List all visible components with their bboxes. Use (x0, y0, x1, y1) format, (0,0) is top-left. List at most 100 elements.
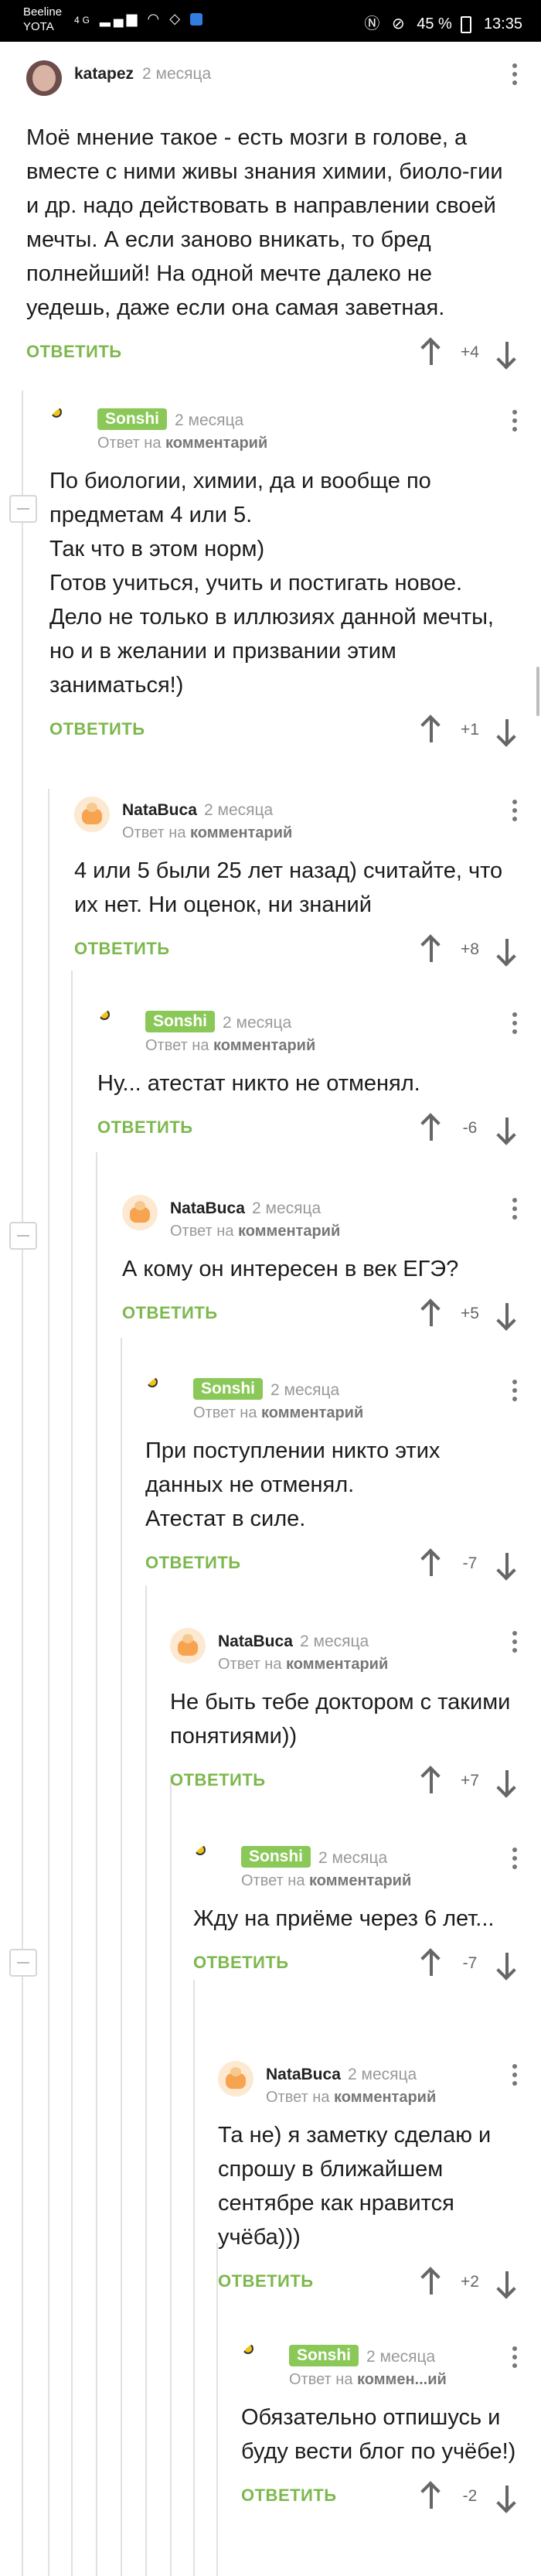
reply-to-link[interactable]: комментарий (261, 1404, 363, 1421)
collapse-thread-button[interactable] (9, 1949, 37, 1977)
downvote-arrow-icon[interactable] (498, 716, 516, 744)
comment-time: 2 месяца (366, 2348, 436, 2366)
downvote-arrow-icon[interactable] (498, 1950, 516, 1977)
reply-to-prefix: Ответ на (241, 1872, 305, 1889)
comment-score: -7 (462, 1554, 478, 1572)
reply-button[interactable]: ОТВЕТИТЬ (122, 1303, 218, 1323)
reply-to-link[interactable]: комментарий (165, 435, 267, 452)
reply-to-link[interactable]: комментарий (213, 1037, 315, 1054)
reply-button[interactable]: ОТВЕТИТЬ (74, 939, 170, 959)
upvote-arrow-icon[interactable] (422, 1114, 441, 1142)
more-options-icon[interactable] (512, 63, 518, 89)
more-options-icon[interactable] (512, 2064, 518, 2090)
reply-to-prefix: Ответ на (145, 1037, 209, 1054)
reply-button[interactable]: ОТВЕТИТЬ (193, 1953, 289, 1973)
upvote-arrow-icon[interactable] (422, 1300, 441, 1328)
comment-score: +8 (461, 940, 479, 958)
avatar[interactable] (26, 60, 62, 96)
comment-header: Sonshi 2 месяца Ответ на коммен...ий (241, 2343, 518, 2388)
reply-button[interactable]: ОТВЕТИТЬ (241, 2486, 337, 2506)
reply-button[interactable]: ОТВЕТИТЬ (145, 1553, 241, 1573)
reply-to: Ответ на коммен...ий (289, 2371, 447, 2389)
reply-to-link[interactable]: комментарий (238, 1223, 340, 1240)
collapse-thread-button[interactable] (9, 1222, 37, 1250)
comment-score: +2 (461, 2273, 479, 2291)
downvote-arrow-icon[interactable] (498, 1767, 516, 1795)
upvote-arrow-icon[interactable] (422, 1950, 441, 1977)
comment-footer: ОТВЕТИТЬ -7 (145, 1548, 518, 1582)
downvote-arrow-icon[interactable] (498, 1300, 516, 1328)
thread-line (121, 1338, 122, 2576)
downvote-arrow-icon[interactable] (498, 1114, 516, 1142)
avatar[interactable] (241, 2343, 277, 2379)
comment-text: Жду на приёме через 6 лет... (193, 1906, 495, 1931)
comment-author[interactable]: NataBuca (218, 1633, 293, 1651)
comment: NataBuca 2 месяца Ответ на комментарий Н… (170, 1628, 518, 1800)
comment: katapez 2 месяца Моё мнение такое - есть… (26, 60, 518, 371)
reply-to-link[interactable]: комментарий (309, 1872, 411, 1889)
more-options-icon[interactable] (512, 1380, 518, 1405)
battery-icon (461, 15, 472, 33)
comment-score: -2 (462, 2487, 478, 2505)
reply-to-link[interactable]: комментарий (190, 824, 292, 841)
comment-author[interactable]: katapez (74, 65, 134, 84)
comment-author[interactable]: Sonshi (193, 1378, 264, 1400)
reply-button[interactable]: ОТВЕТИТЬ (49, 719, 145, 739)
avatar[interactable] (170, 1628, 206, 1663)
upvote-arrow-icon[interactable] (422, 1767, 441, 1795)
votes: +7 (422, 1766, 518, 1796)
scrollbar[interactable] (536, 667, 539, 716)
comment-author[interactable]: NataBuca (266, 2066, 341, 2084)
comment: NataBuca 2 месяца Ответ на комментарий 4… (74, 797, 518, 968)
reply-to-prefix: Ответ на (218, 1656, 282, 1673)
more-options-icon[interactable] (512, 800, 518, 825)
comment-author[interactable]: NataBuca (170, 1199, 245, 1218)
avatar[interactable] (122, 1195, 158, 1230)
avatar[interactable] (49, 407, 85, 442)
more-options-icon[interactable] (512, 410, 518, 435)
downvote-arrow-icon[interactable] (498, 936, 516, 964)
comment-header: Sonshi 2 месяца Ответ на комментарий (193, 1844, 518, 1889)
battery-percent: 45 % (417, 15, 452, 32)
avatar[interactable] (193, 1844, 229, 1880)
reply-to-link[interactable]: коммен...ий (357, 2371, 447, 2388)
thread-line (22, 391, 23, 2576)
comment: Sonshi 2 месяца Ответ на комментарий При… (145, 1377, 518, 1582)
comment-footer: ОТВЕТИТЬ +5 (122, 1298, 518, 1332)
comment-author[interactable]: Sonshi (145, 1011, 216, 1032)
avatar[interactable] (74, 797, 110, 832)
avatar[interactable] (145, 1377, 181, 1412)
comment-author[interactable]: NataBuca (122, 801, 197, 820)
more-options-icon[interactable] (512, 1848, 518, 1873)
upvote-arrow-icon[interactable] (422, 339, 441, 367)
upvote-arrow-icon[interactable] (422, 1550, 441, 1578)
collapse-thread-button[interactable] (9, 495, 37, 523)
more-options-icon[interactable] (512, 1198, 518, 1223)
reply-button[interactable]: ОТВЕТИТЬ (26, 342, 122, 362)
avatar[interactable] (97, 1009, 133, 1045)
reply-to-link[interactable]: комментарий (334, 2089, 436, 2106)
comment-author[interactable]: Sonshi (241, 1846, 311, 1868)
reply-to-link[interactable]: комментарий (286, 1656, 388, 1673)
reply-button[interactable]: ОТВЕТИТЬ (97, 1117, 193, 1138)
downvote-arrow-icon[interactable] (498, 339, 516, 367)
upvote-arrow-icon[interactable] (422, 2268, 441, 2296)
downvote-arrow-icon[interactable] (498, 2268, 516, 2296)
upvote-arrow-icon[interactable] (422, 716, 441, 744)
more-options-icon[interactable] (512, 2346, 518, 2372)
more-options-icon[interactable] (512, 1631, 518, 1656)
carrier-info: Beeline YOTA (23, 5, 62, 34)
upvote-arrow-icon[interactable] (422, 2482, 441, 2510)
reply-button[interactable]: ОТВЕТИТЬ (170, 1770, 266, 1790)
downvote-arrow-icon[interactable] (498, 2482, 516, 2510)
upvote-arrow-icon[interactable] (422, 936, 441, 964)
comment-author[interactable]: Sonshi (97, 408, 168, 430)
comment: Sonshi 2 месяца Ответ на комментарий Жду… (193, 1844, 518, 1982)
avatar[interactable] (218, 2061, 253, 2097)
comment-author[interactable]: Sonshi (289, 2345, 359, 2366)
more-options-icon[interactable] (512, 1012, 518, 1038)
comment-text: По биологии, химии, да и вообще по предм… (49, 469, 494, 698)
signal-icons: 4G ▂▄▆ ◠ ◇ (74, 11, 203, 27)
reply-button[interactable]: ОТВЕТИТЬ (218, 2271, 314, 2291)
downvote-arrow-icon[interactable] (498, 1550, 516, 1578)
